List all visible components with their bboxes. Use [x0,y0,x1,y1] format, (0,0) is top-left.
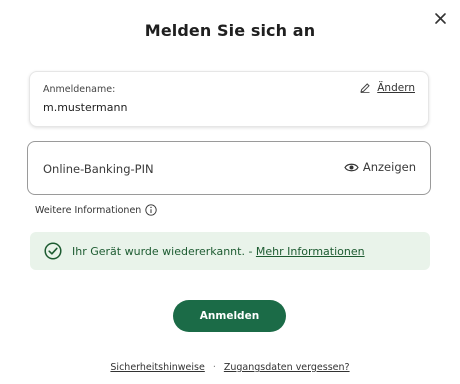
device-more-info-link[interactable]: Mehr Informationen [256,245,365,258]
security-notes-link[interactable]: Sicherheitshinweise [110,362,204,373]
pencil-icon [360,83,370,94]
username-label: Anmeldename: [43,84,116,95]
forgot-credentials-link[interactable]: Zugangsdaten vergessen? [224,362,350,373]
device-recognized-notice: Ihr Gerät wurde wiedererkannt. - Mehr In… [30,232,430,270]
pin-input[interactable]: Online-Banking-PIN Anzeigen [27,141,431,195]
check-circle-icon [44,242,62,260]
eye-icon [344,163,359,171]
change-username-label: Ändern [377,82,415,94]
more-info-label: Weitere Informationen [35,204,142,216]
pin-placeholder: Online-Banking-PIN [43,162,154,176]
dialog-title: Melden Sie sich an [144,21,316,40]
username-card: Anmeldename: m.mustermann Ändern [29,71,429,127]
username-value: m.mustermann [43,101,128,114]
info-icon [145,204,157,216]
device-recognized-text: Ihr Gerät wurde wiedererkannt. - [72,244,253,258]
footer-separator: · [212,362,216,373]
show-pin-button[interactable]: Anzeigen [344,160,416,174]
show-pin-label: Anzeigen [362,160,416,174]
footer-links: Sicherheitshinweise · Zugangsdaten verge… [0,362,460,373]
more-info-link[interactable]: Weitere Informationen [35,204,157,216]
login-button[interactable]: Anmelden [173,300,286,332]
change-username-link[interactable]: Ändern [359,82,415,94]
